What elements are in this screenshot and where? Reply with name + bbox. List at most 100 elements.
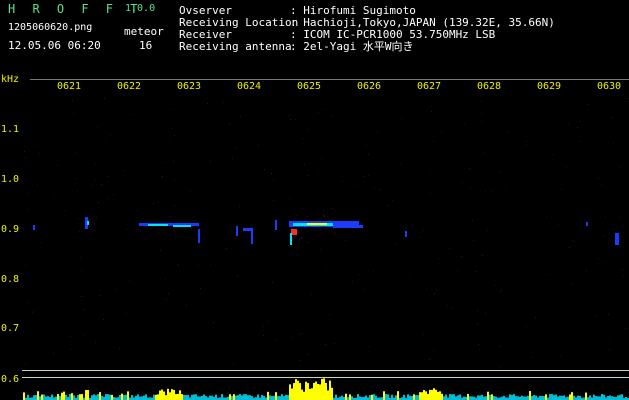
noise-pixel — [162, 176, 163, 177]
signal-bar — [351, 396, 353, 400]
noise-pixel — [153, 203, 154, 204]
noise-pixel — [95, 342, 96, 343]
noise-pixel — [423, 334, 424, 335]
noise-pixel — [439, 258, 440, 259]
noise-pixel — [200, 288, 201, 289]
signal-bar — [533, 394, 535, 400]
signal-bar — [241, 395, 243, 400]
noise-pixel — [623, 276, 624, 277]
signal-bar — [155, 394, 157, 400]
noise-pixel — [418, 132, 419, 133]
signal-bar — [601, 394, 603, 400]
signal-bar — [45, 396, 47, 400]
noise-pixel — [323, 215, 324, 216]
noise-pixel — [605, 216, 606, 217]
signal-bar — [577, 395, 579, 400]
signal-bar — [105, 394, 107, 400]
noise-pixel — [598, 178, 599, 179]
x-tick-0623: 0623 — [176, 81, 202, 92]
noise-pixel — [470, 187, 471, 188]
noise-pixel — [552, 154, 553, 155]
y-tick-0-8: 0.8 — [1, 274, 20, 285]
signal-bar — [257, 394, 259, 400]
noise-pixel — [320, 249, 321, 250]
noise-pixel — [405, 196, 406, 197]
signal-bar — [275, 392, 277, 400]
signal-bar — [349, 394, 351, 400]
noise-pixel — [324, 216, 325, 217]
signal-bar — [305, 381, 307, 400]
noise-pixel — [560, 355, 561, 356]
noise-pixel — [579, 121, 580, 122]
noise-pixel — [487, 230, 488, 231]
signal-bar — [453, 394, 455, 400]
signal-bar — [485, 396, 487, 400]
noise-pixel — [462, 182, 463, 183]
x-tick-0629: 0629 — [536, 81, 562, 92]
noise-pixel — [210, 264, 211, 265]
signal-bar — [549, 394, 551, 400]
noise-pixel — [235, 148, 236, 149]
noise-pixel — [526, 141, 527, 142]
signal-bar — [171, 389, 173, 400]
noise-pixel — [332, 116, 333, 117]
signal-bar — [459, 394, 461, 400]
noise-pixel — [263, 335, 264, 336]
noise-pixel — [198, 265, 199, 266]
noise-pixel — [101, 184, 102, 185]
noise-pixel — [507, 131, 508, 132]
noise-pixel — [137, 210, 138, 211]
noise-pixel — [290, 119, 291, 120]
signal-bar — [165, 395, 167, 400]
signal-bar — [511, 394, 513, 400]
signal-bar — [439, 391, 441, 400]
signal-bar — [345, 393, 347, 400]
signal-bar — [555, 394, 557, 400]
noise-pixel — [71, 349, 72, 350]
signal-bar — [373, 394, 375, 400]
signal-bar — [161, 389, 163, 400]
noise-pixel — [308, 242, 309, 243]
noise-pixel — [273, 180, 274, 181]
noise-pixel — [605, 262, 606, 263]
signal-bar — [55, 396, 57, 400]
meteor-count-value: 16 — [139, 39, 153, 52]
signal-bar — [569, 394, 571, 400]
signal-bar — [557, 396, 559, 400]
noise-pixel — [25, 157, 26, 158]
noise-pixel — [401, 118, 402, 119]
x-tick-0622: 0622 — [116, 81, 142, 92]
noise-pixel — [81, 270, 82, 271]
signal-bar — [597, 396, 599, 400]
noise-pixel — [116, 289, 117, 290]
noise-pixel — [275, 340, 276, 341]
signal-bar — [493, 396, 495, 400]
signal-bar — [39, 396, 41, 400]
noise-pixel — [577, 127, 578, 128]
signal-bar — [251, 396, 253, 400]
y-tick-0-7: 0.7 — [1, 323, 20, 334]
noise-pixel — [78, 218, 79, 219]
noise-pixel — [596, 315, 597, 316]
noise-pixel — [526, 144, 527, 145]
signal-bar — [291, 388, 293, 400]
noise-pixel — [295, 119, 296, 120]
signal-bar — [523, 396, 525, 400]
signal-bar — [199, 396, 201, 400]
signal-bar — [143, 395, 145, 400]
noise-pixel — [53, 353, 54, 354]
noise-pixel — [475, 271, 476, 272]
signal-bar — [131, 395, 133, 400]
noise-pixel — [107, 176, 108, 177]
noise-pixel — [311, 294, 312, 295]
signal-bar — [157, 394, 159, 400]
signal-bar — [323, 378, 325, 400]
noise-pixel — [546, 216, 547, 217]
noise-pixel — [601, 184, 602, 185]
noise-pixel — [436, 289, 437, 290]
noise-pixel — [622, 226, 623, 227]
noise-pixel — [113, 194, 114, 195]
noise-pixel — [39, 153, 40, 154]
spectrogram-noise — [23, 95, 629, 368]
signal-bar — [579, 395, 581, 400]
